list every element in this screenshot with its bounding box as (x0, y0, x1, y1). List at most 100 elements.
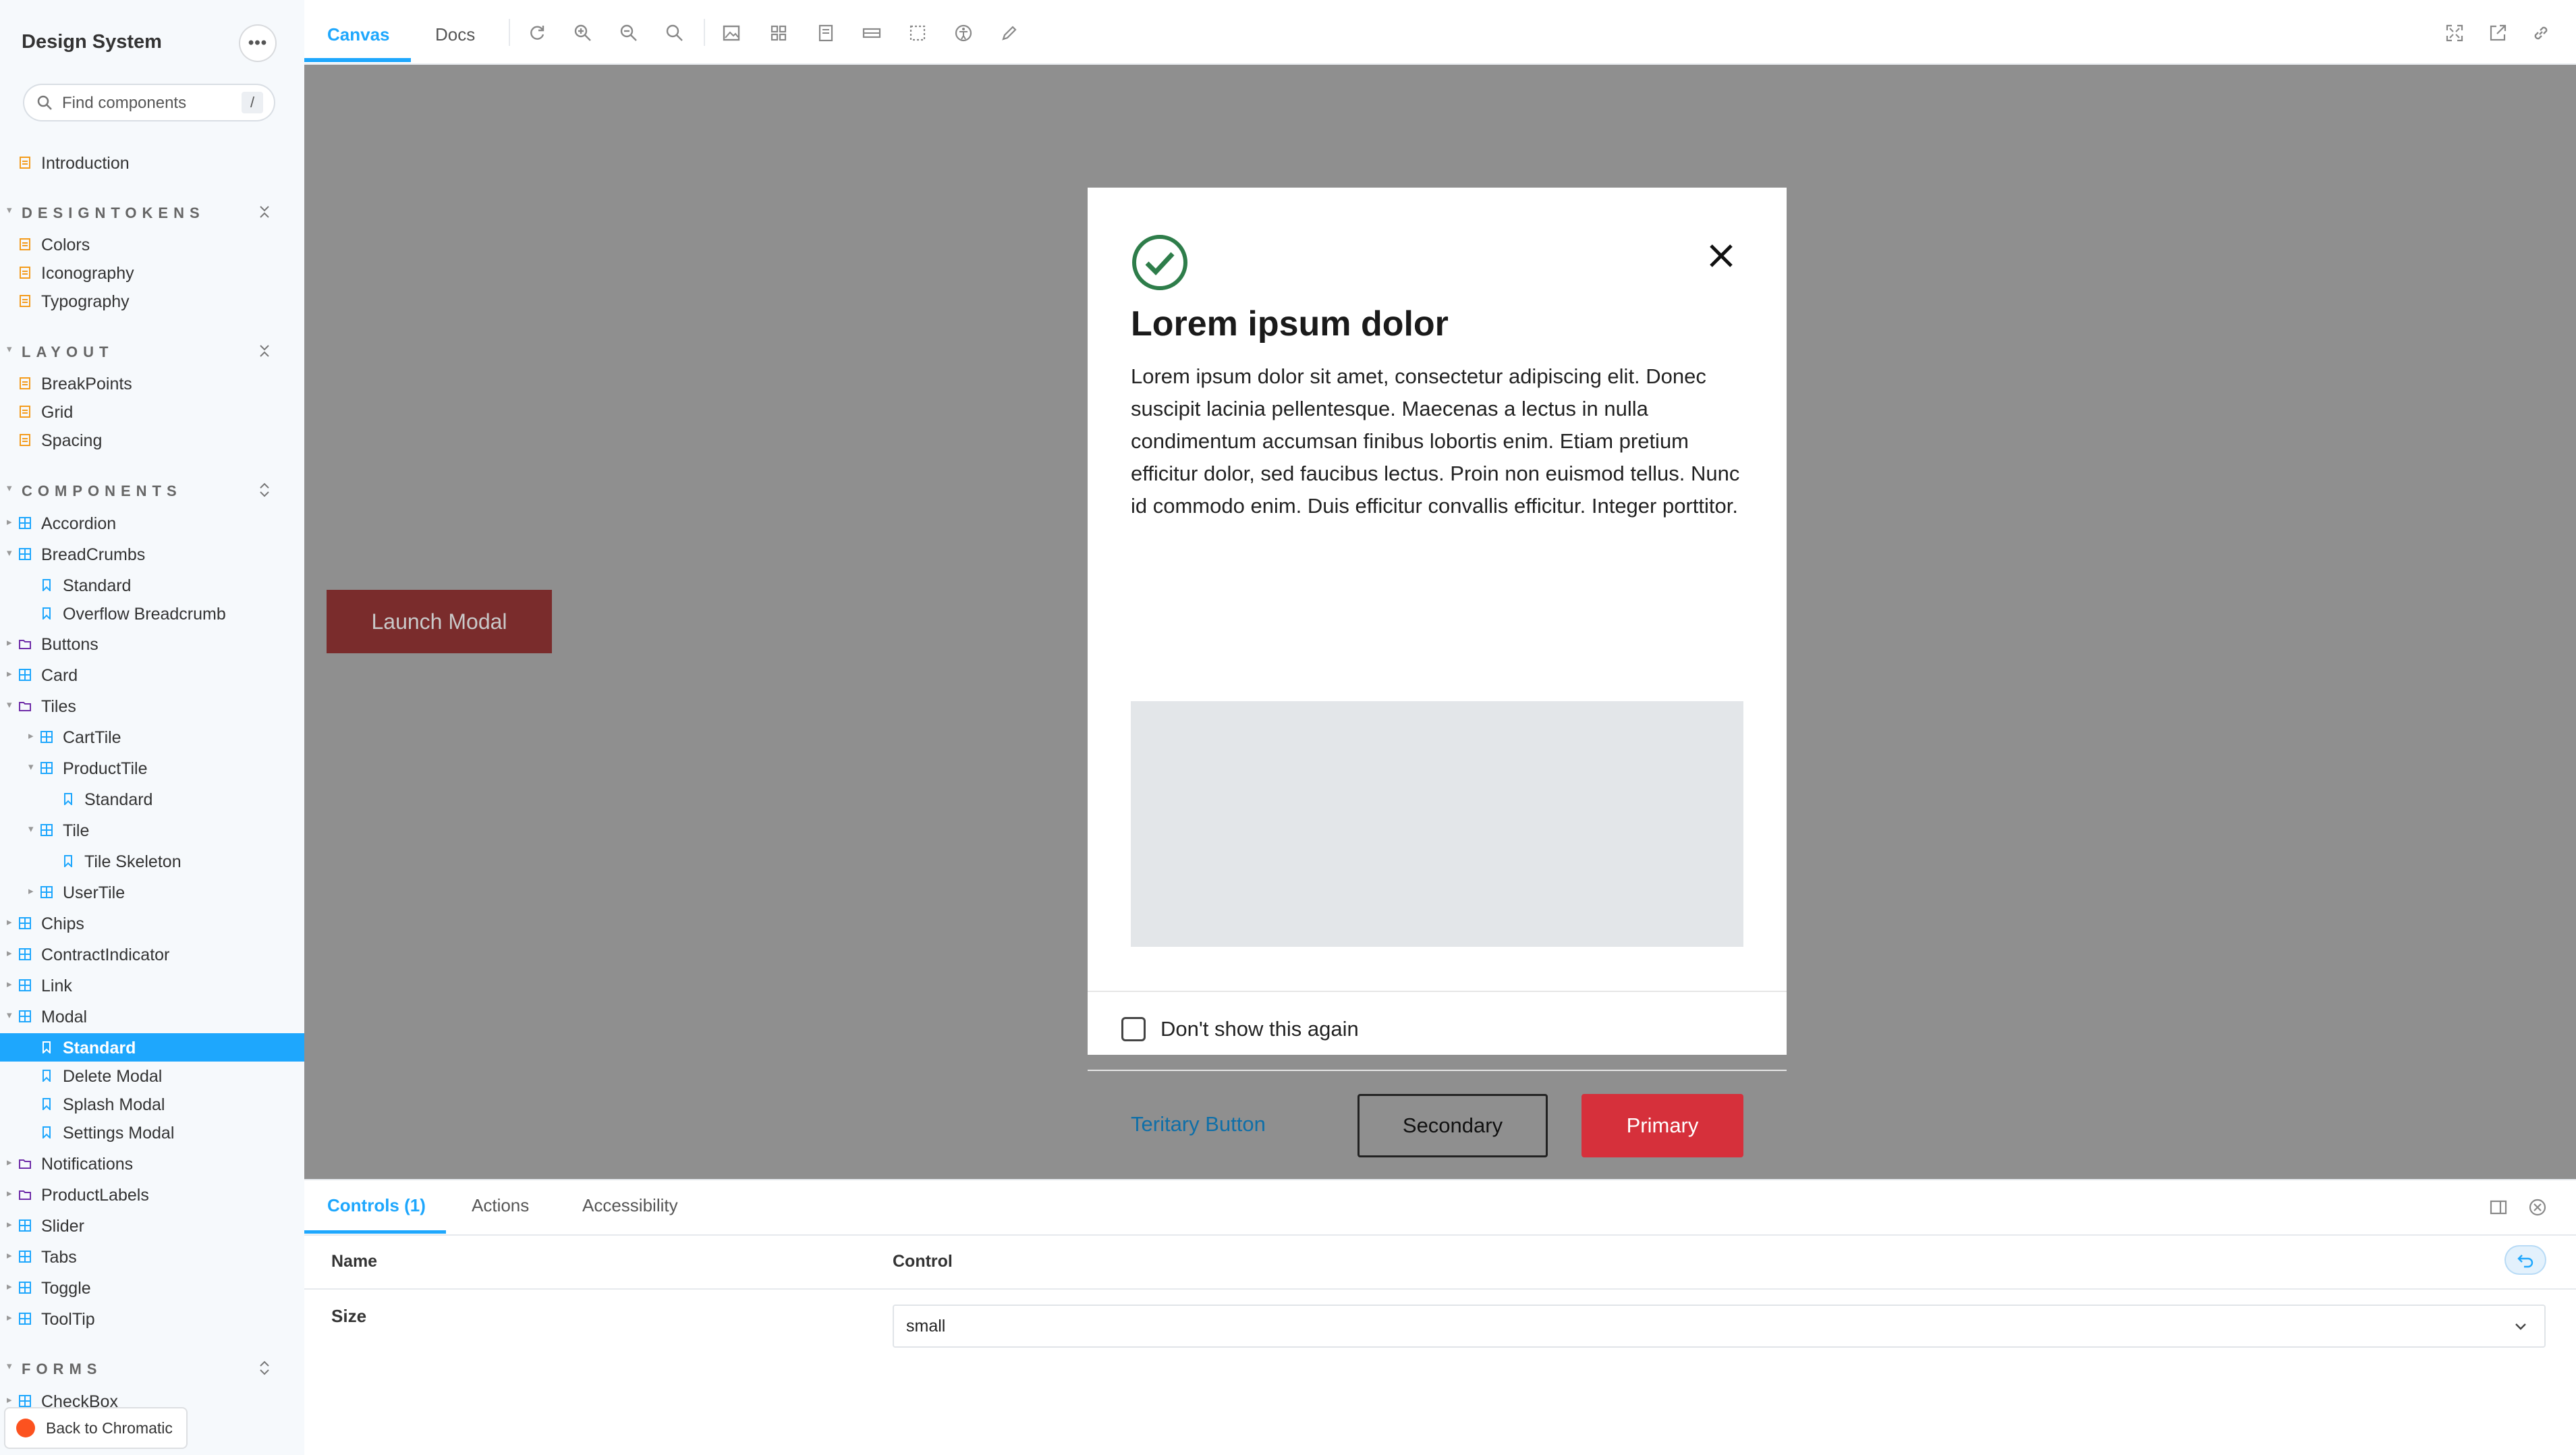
component-icon (19, 979, 31, 991)
sidebar-item-label: ContractIndicator (41, 945, 170, 964)
sidebar-item-usertile[interactable]: ▸ UserTile (0, 878, 304, 906)
section-designtokens[interactable]: ▾ DESIGNTOKENS (0, 198, 304, 225)
sidebar-item-label: Overflow Breadcrumb (63, 605, 226, 624)
accessibility-icon[interactable] (953, 23, 974, 43)
section-forms[interactable]: ▾ FORMS (0, 1354, 304, 1381)
sidebar-title: Design System (22, 31, 162, 53)
outline-icon[interactable] (907, 23, 928, 43)
dont-show-again-label[interactable]: Don't show this again (1160, 1017, 1359, 1041)
sidebar-item-label: Splash Modal (63, 1095, 165, 1114)
chevron-right-icon: ▸ (7, 1250, 12, 1261)
folder-icon (19, 702, 31, 711)
search-input[interactable]: Find components / (24, 85, 274, 120)
sidebar-item-settings-modal[interactable]: Settings Modal (0, 1118, 304, 1147)
reset-controls-button[interactable] (2506, 1246, 2545, 1273)
sidebar-item-spacing[interactable]: Spacing (0, 426, 304, 454)
sidebar-item-splash-modal[interactable]: Splash Modal (0, 1090, 304, 1118)
sidebar-item-tabs[interactable]: ▸ Tabs (0, 1242, 304, 1271)
tab-canvas[interactable]: Canvas (327, 24, 390, 45)
sidebar-item-label: Chips (41, 914, 84, 933)
sidebar-item-link[interactable]: ▸ Link (0, 971, 304, 999)
sidebar-item-grid[interactable]: Grid (0, 397, 304, 426)
sidebar-item-modal[interactable]: ▾ Modal (0, 1002, 304, 1031)
tab-actions[interactable]: Actions (472, 1195, 529, 1216)
measure-icon[interactable] (862, 23, 882, 43)
sidebar-item-label: Modal (41, 1008, 88, 1026)
collapse-all-icon[interactable] (255, 202, 274, 221)
bookmark-icon (43, 1070, 51, 1082)
section-layout[interactable]: ▾ LAYOUT (0, 337, 304, 364)
size-select-value: small (906, 1317, 946, 1336)
expand-all-icon[interactable] (255, 481, 274, 499)
sidebar-item-carttile[interactable]: ▸ CartTile (0, 723, 304, 751)
sidebar-item-toggle[interactable]: ▸ Toggle (0, 1273, 304, 1302)
sidebar-item-colors[interactable]: Colors (0, 230, 304, 258)
share-icon[interactable] (2488, 23, 2508, 43)
sidebar-item-overflow-breadcrumb[interactable]: Overflow Breadcrumb (0, 599, 304, 628)
sidebar-item-iconography[interactable]: Iconography (0, 258, 304, 287)
back-to-chromatic-label: Back to Chromatic (46, 1419, 173, 1437)
back-to-chromatic-button[interactable]: Back to Chromatic (5, 1408, 186, 1448)
sidebar-item-breakpoints[interactable]: BreakPoints (0, 369, 304, 397)
sidebar-item-tiles[interactable]: ▾ Tiles (0, 692, 304, 720)
pencil-icon[interactable] (999, 23, 1019, 43)
tab-accessibility[interactable]: Accessibility (582, 1195, 678, 1216)
sidebar-item-typography[interactable]: Typography (0, 287, 304, 315)
zoom-reset-icon[interactable] (665, 23, 685, 43)
addons-panel: Controls (1) Actions Accessibility Name … (304, 1179, 2576, 1455)
size-select[interactable]: small (893, 1305, 2546, 1348)
sidebar-item-breadcrumbs-standard[interactable]: Standard (0, 571, 304, 599)
zoom-out-icon[interactable] (619, 23, 639, 43)
modal-dialog: Lorem ipsum dolor Lorem ipsum dolor sit … (1088, 188, 1787, 1157)
modal-divider (1088, 1070, 1787, 1071)
link-icon[interactable] (2531, 23, 2551, 43)
active-tab-indicator (304, 1230, 446, 1234)
tab-controls[interactable]: Controls (1) (327, 1195, 426, 1216)
zoom-in-icon[interactable] (573, 23, 593, 43)
dont-show-again-checkbox[interactable] (1121, 1017, 1146, 1041)
folder-icon (19, 640, 31, 649)
more-options-button[interactable]: ••• (240, 26, 275, 61)
secondary-button[interactable]: Secondary (1357, 1094, 1548, 1157)
fullscreen-icon[interactable] (2444, 23, 2465, 43)
sidebar-item-accordion[interactable]: ▸ Accordion (0, 509, 304, 537)
tab-docs[interactable]: Docs (435, 24, 475, 45)
expand-all-icon[interactable] (255, 1358, 274, 1377)
document-icon (20, 434, 30, 446)
success-check-icon (1132, 235, 1187, 290)
component-icon (40, 731, 53, 743)
reload-icon[interactable] (527, 23, 547, 43)
panel-orientation-icon[interactable] (2488, 1197, 2509, 1218)
component-icon (19, 1251, 31, 1263)
sidebar-item-contractindicator[interactable]: ▸ ContractIndicator (0, 940, 304, 968)
sidebar-item-producttile-standard[interactable]: Standard (0, 785, 304, 813)
sidebar-item-introduction[interactable]: Introduction (0, 148, 304, 177)
sidebar-item-productlabels[interactable]: ▸ ProductLabels (0, 1180, 304, 1209)
sidebar-item-label: Introduction (41, 154, 130, 173)
sidebar-item-notifications[interactable]: ▸ Notifications (0, 1149, 304, 1178)
sidebar-item-tile[interactable]: ▾ Tile (0, 816, 304, 844)
sidebar-item-producttile[interactable]: ▾ ProductTile (0, 754, 304, 782)
tertiary-button[interactable]: Teritary Button (1131, 1112, 1266, 1136)
grid-icon[interactable] (768, 23, 789, 43)
sidebar-item-card[interactable]: ▸ Card (0, 661, 304, 689)
toolbar: Canvas Docs (304, 0, 2576, 65)
collapse-all-icon[interactable] (255, 341, 274, 360)
section-components[interactable]: ▾ COMPONENTS (0, 476, 304, 503)
launch-modal-button[interactable]: Launch Modal (327, 590, 552, 653)
close-icon[interactable] (1706, 240, 1737, 271)
sidebar-item-chips[interactable]: ▸ Chips (0, 909, 304, 937)
column-header-control: Control (893, 1252, 953, 1271)
sidebar-item-breadcrumbs[interactable]: ▾ BreadCrumbs (0, 540, 304, 568)
sidebar-item-tile-skeleton[interactable]: Tile Skeleton (0, 847, 304, 875)
sidebar-item-buttons[interactable]: ▸ Buttons (0, 630, 304, 658)
sidebar-item-modal-standard[interactable]: Standard (0, 1033, 304, 1062)
sidebar-item-delete-modal[interactable]: Delete Modal (0, 1062, 304, 1090)
sidebar-item-tooltip[interactable]: ▸ ToolTip (0, 1305, 304, 1333)
primary-button[interactable]: Primary (1581, 1094, 1743, 1157)
close-panel-icon[interactable] (2527, 1197, 2548, 1218)
background-icon[interactable] (721, 23, 741, 43)
viewport-icon[interactable] (816, 23, 836, 43)
component-icon (19, 1219, 31, 1232)
sidebar-item-slider[interactable]: ▸ Slider (0, 1211, 304, 1240)
